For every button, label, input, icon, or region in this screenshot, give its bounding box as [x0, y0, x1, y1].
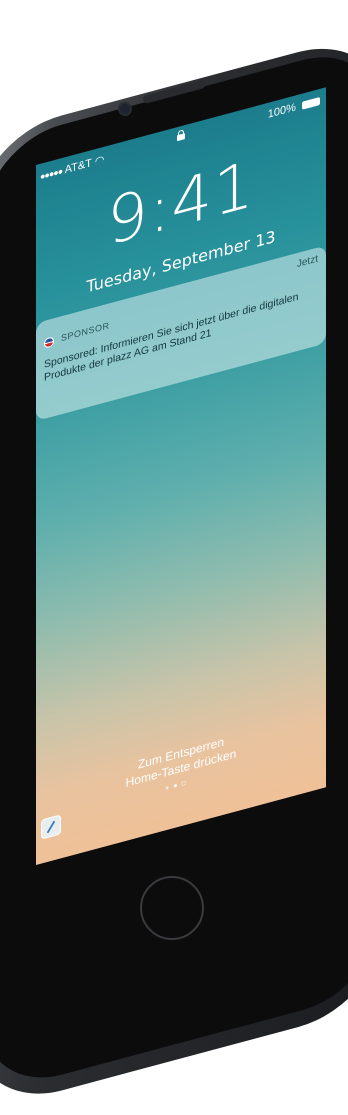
battery-icon [302, 96, 320, 110]
app-icon [44, 335, 54, 349]
home-button[interactable] [140, 876, 204, 940]
wifi-icon: ◠ [94, 153, 105, 169]
notification-card[interactable]: Jetzt SPONSOR Sponsored: Informieren Sie… [36, 245, 326, 421]
notification-time: Jetzt [296, 253, 318, 271]
notification-app-name: SPONSOR [61, 320, 110, 344]
camera-icon: ◘ [181, 779, 186, 789]
battery-percent: 100% [267, 101, 296, 121]
signal-dots: ●●●●● [40, 165, 63, 182]
unlock-hint: Zum Entsperren Home-Taste drücken [36, 707, 326, 815]
device-mockup: ●●●●● AT&T ◠ 100% 9:41 Tuesday, Septembe… [0, 0, 348, 1115]
page-indicator: ● ● ◘ [163, 779, 188, 793]
page-dot: ● [165, 784, 170, 793]
compass-icon[interactable] [41, 814, 61, 840]
front-camera-icon [118, 102, 132, 116]
carrier-name: AT&T [64, 157, 92, 177]
lock-icon [177, 129, 185, 142]
lock-screen: ●●●●● AT&T ◠ 100% 9:41 Tuesday, Septembe… [36, 87, 326, 865]
page-dot-active: ● [173, 782, 178, 791]
